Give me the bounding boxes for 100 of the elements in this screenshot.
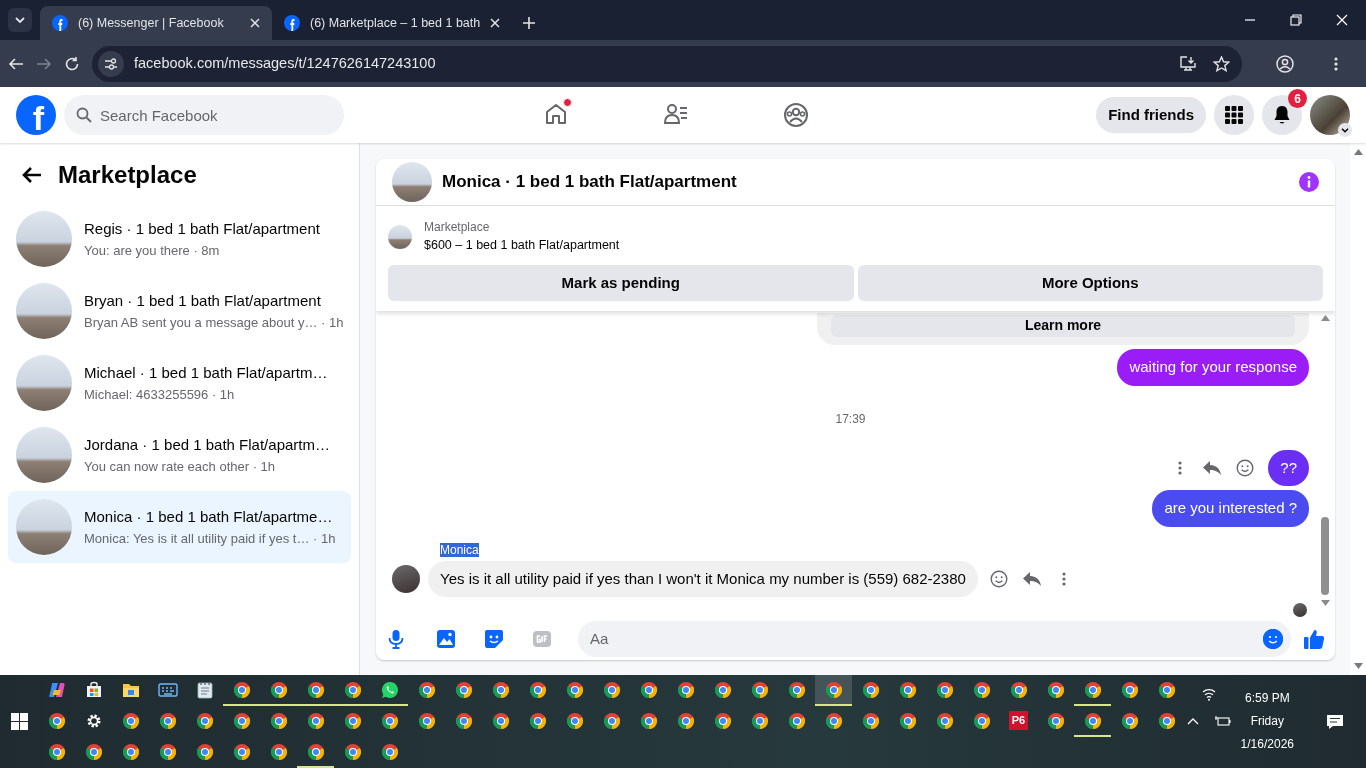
clock[interactable]: 6:59 PM Friday 1/16/2026: [1240, 687, 1294, 756]
listing-title: $600 – 1 bed 1 bath Flat/apartment: [424, 237, 620, 255]
chat-bubble-icon[interactable]: [380, 680, 399, 699]
browser-icon: [195, 742, 214, 761]
star-icon[interactable]: [1213, 55, 1230, 72]
url-text: facebook.com/messages/t/1247626147243100: [134, 53, 436, 73]
conversation-item[interactable]: Regis · 1 bed 1 bath Flat/apartment You: are you there · 8m: [8, 203, 351, 275]
search-field[interactable]: Search Facebook: [64, 95, 344, 135]
site-settings-icon[interactable]: [104, 57, 118, 70]
scroll-up-icon[interactable]: [1353, 149, 1363, 155]
browser-icon: [898, 680, 917, 699]
photo-icon[interactable]: [436, 628, 456, 649]
browser-icon: [47, 711, 66, 730]
browser-icon: [343, 742, 362, 761]
chevron-up-icon[interactable]: [1186, 716, 1199, 725]
chevron-down-icon: [15, 17, 25, 23]
folder-icon[interactable]: [121, 681, 140, 698]
browser-icon: [824, 711, 843, 730]
browser-icon: [935, 680, 954, 699]
close-icon[interactable]: [250, 18, 260, 28]
browser-tab[interactable]: (6) Marketplace – 1 bed 1 bath: [272, 6, 513, 40]
scroll-up-icon[interactable]: [1320, 315, 1330, 322]
browser-icon: [1046, 680, 1065, 699]
find-friends-button[interactable]: Find friends: [1096, 97, 1206, 133]
browser-icon: [602, 711, 621, 730]
scrollbar-thumb[interactable]: [1321, 517, 1329, 596]
sticker-icon[interactable]: [484, 628, 504, 649]
store-icon[interactable]: [84, 680, 103, 699]
browser-icon: [380, 711, 399, 730]
microphone-icon[interactable]: [388, 628, 404, 649]
favicon-icon: [284, 15, 300, 31]
address-bar[interactable]: facebook.com/messages/t/1247626147243100: [92, 45, 1242, 82]
profile-icon[interactable]: [1276, 54, 1294, 73]
notepad-icon[interactable]: [196, 680, 213, 699]
keyboard-icon[interactable]: [157, 682, 178, 697]
learn-more-button[interactable]: Learn more: [831, 314, 1295, 337]
browser-icon: [306, 680, 325, 699]
home-icon[interactable]: [544, 102, 568, 126]
photo-placeholder: [16, 499, 72, 555]
logo[interactable]: f: [16, 95, 56, 135]
message-bubble: ??: [1268, 449, 1309, 487]
taskbar-app[interactable]: [815, 675, 852, 706]
photo-placeholder: [16, 355, 72, 411]
profile-avatar[interactable]: [1310, 95, 1350, 135]
message-bubble: Yes is it all utility paid if yes than I won't it Monica my number is (559) 682-2380: [428, 560, 978, 598]
conversation-preview: Bryan AB sent you a message about y… · 1h: [84, 313, 344, 332]
install-icon[interactable]: [1179, 55, 1197, 72]
browser-icon: [121, 711, 140, 730]
conversation-item[interactable]: Monica · 1 bed 1 bath Flat/apartme… Monica: Yes is it all utility paid if yes t… · 1h: [8, 491, 351, 563]
conversation-item[interactable]: Michael · 1 bed 1 bath Flat/apartm… Michael: 4633255596 · 1h: [8, 347, 351, 419]
browser-tab[interactable]: (6) Messenger | Facebook: [40, 6, 272, 40]
notifications-button[interactable]: [1262, 95, 1302, 135]
scroll-down-icon[interactable]: [1320, 600, 1330, 607]
new-tab-icon[interactable]: [522, 16, 537, 30]
battery-icon[interactable]: [1214, 714, 1231, 727]
people-icon[interactable]: [663, 102, 689, 126]
menu-button[interactable]: [1214, 95, 1254, 135]
group-icon[interactable]: [783, 102, 809, 128]
action-button[interactable]: Mark as pending: [388, 265, 854, 302]
forward-icon[interactable]: [36, 55, 52, 72]
reload-icon[interactable]: [64, 55, 80, 72]
info-icon[interactable]: [1299, 172, 1319, 193]
browser-icon: [565, 711, 584, 730]
thumbs-up-icon[interactable]: [1303, 627, 1325, 650]
notification-icon[interactable]: [1326, 713, 1344, 730]
taskbar-app[interactable]: P6: [1000, 706, 1037, 737]
chevron-down-icon[interactable]: [1338, 123, 1352, 137]
photo-placeholder: [16, 211, 72, 267]
reply-icon[interactable]: [1202, 458, 1223, 477]
browser-icon: [158, 742, 177, 761]
browser-icon: [787, 680, 806, 699]
swirl-app-icon[interactable]: [47, 680, 66, 699]
browser-icon: [1009, 680, 1028, 699]
browser-icon: [713, 711, 732, 730]
app-tile[interactable]: P6: [1008, 711, 1029, 730]
restore-icon[interactable]: [1290, 14, 1302, 26]
bell-icon: [1273, 105, 1291, 125]
emoji-icon[interactable]: [1236, 458, 1255, 477]
browser-icon: [343, 680, 362, 699]
emoji-icon[interactable]: [989, 569, 1008, 588]
conversation-item[interactable]: Jordana · 1 bed 1 bath Flat/apartm… You can now rate each other · 1h: [8, 419, 351, 491]
start-icon[interactable]: [10, 713, 28, 730]
wifi-icon[interactable]: [1201, 688, 1216, 701]
emoji-icon[interactable]: [1263, 628, 1283, 649]
browser-icon: [972, 680, 991, 699]
back-icon[interactable]: [8, 55, 24, 72]
action-button[interactable]: More Options: [857, 265, 1323, 302]
tab-list-button[interactable]: [8, 8, 32, 32]
browser-icon: [676, 711, 695, 730]
reply-icon[interactable]: [1021, 569, 1042, 588]
browser-icon: [195, 711, 214, 730]
settings-icon[interactable]: [85, 712, 102, 729]
timestamp: 17:39: [835, 411, 866, 426]
close-icon[interactable]: [490, 18, 501, 28]
scroll-down-icon[interactable]: [1353, 663, 1363, 669]
browser-icon: [972, 711, 991, 730]
browser-icon: [121, 742, 140, 761]
message-field[interactable]: Aa: [578, 620, 1291, 657]
conversation-item[interactable]: Bryan · 1 bed 1 bath Flat/apartment Bryan AB sent you a message about y… · 1h: [8, 275, 351, 347]
back-arrow-icon[interactable]: [22, 166, 42, 184]
